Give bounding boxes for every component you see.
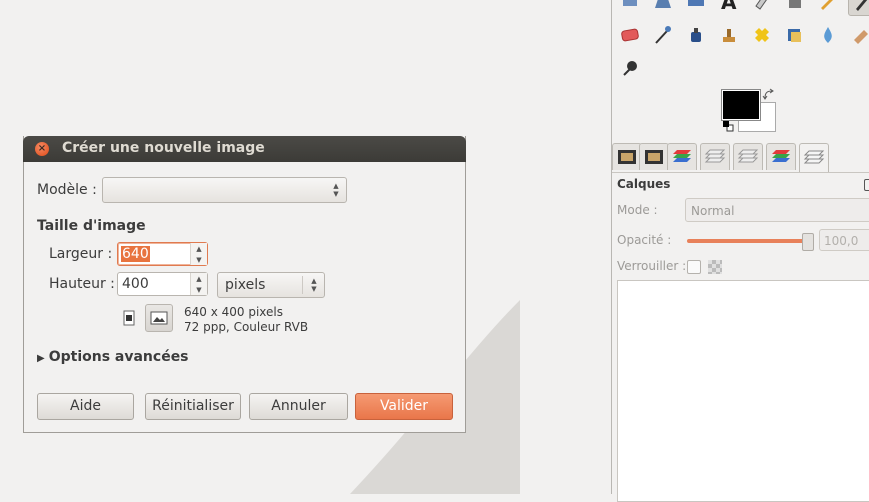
svg-text:A: A — [721, 0, 737, 12]
layers-stack-icon — [803, 150, 825, 164]
advanced-options-label: Options avancées — [48, 349, 189, 365]
template-label: Modèle : — [37, 182, 97, 198]
swap-colors-icon[interactable] — [762, 88, 776, 102]
text-tool-icon[interactable]: A — [716, 0, 742, 14]
layers-stack-icon — [704, 149, 726, 163]
image-icon — [645, 150, 663, 164]
perspective-clone-tool-icon[interactable] — [782, 22, 808, 48]
height-value[interactable]: 400 — [121, 276, 150, 292]
tab-images-2[interactable] — [639, 143, 669, 170]
tab-channels[interactable] — [667, 143, 697, 170]
ok-button[interactable]: Valider — [355, 393, 453, 420]
landscape-button[interactable] — [145, 304, 173, 332]
new-image-dialog: × Créer une nouvelle image Modèle : ▲ ▼ T… — [23, 136, 466, 433]
scale-tool-icon[interactable] — [617, 0, 643, 14]
help-button[interactable]: Aide — [37, 393, 134, 420]
portrait-icon[interactable] — [121, 309, 137, 327]
landscape-icon — [150, 311, 168, 325]
tab-images[interactable] — [612, 143, 642, 170]
tab-layers[interactable] — [799, 143, 829, 172]
bucket-fill-tool-icon[interactable] — [782, 0, 808, 14]
paintbrush-tool-icon[interactable] — [848, 0, 869, 16]
foreground-color-swatch[interactable] — [721, 89, 761, 121]
airbrush-tool-icon[interactable] — [650, 22, 676, 48]
spin-arrows-icon[interactable]: ▲ ▼ — [190, 243, 207, 265]
toolbox-dock: A Calques Mode: Normal Opacité: 100,0 … — [611, 0, 869, 502]
unit-value: pixels — [225, 277, 266, 293]
combo-arrows-icon: ▲ ▼ — [311, 277, 317, 293]
reset-button[interactable]: Réinitialiser — [145, 393, 241, 420]
lock-alpha-icon[interactable] — [708, 260, 722, 274]
tab-undo[interactable] — [733, 143, 763, 170]
smudge-tool-icon[interactable] — [848, 22, 869, 48]
opacity-spinbox[interactable]: 100,0 — [819, 229, 869, 251]
width-label: Largeur : — [49, 246, 113, 262]
dodge-burn-tool-icon[interactable] — [617, 55, 643, 81]
dialog-titlebar[interactable]: × Créer une nouvelle image — [23, 136, 466, 162]
height-spinbox[interactable]: 400 ▲ ▼ — [117, 272, 208, 296]
lock-pixels-checkbox[interactable] — [687, 260, 701, 274]
pencil-tool-icon[interactable] — [815, 0, 841, 14]
opacity-value: 100,0 — [824, 234, 859, 248]
combo-arrows-icon: ▲ ▼ — [333, 182, 339, 198]
advanced-options-expander[interactable]: ▶ Options avancées — [37, 349, 189, 365]
height-label: Hauteur : — [49, 276, 115, 292]
tab-channels-2[interactable] — [766, 143, 796, 170]
image-icon — [618, 150, 636, 164]
opacity-label: Opacité : — [617, 233, 672, 247]
color-selector[interactable] — [721, 88, 792, 134]
layers-panel-title: Calques — [617, 177, 671, 191]
dialog-title: Créer une nouvelle image — [62, 140, 265, 156]
channels-icon — [772, 150, 790, 162]
flip-tool-icon[interactable] — [683, 0, 709, 14]
layers-stack-icon — [737, 149, 759, 163]
perspective-tool-icon[interactable] — [650, 0, 676, 14]
dock-tabs — [612, 140, 869, 173]
close-icon[interactable]: × — [35, 142, 49, 156]
expander-arrow-icon: ▶ — [37, 353, 45, 364]
spin-arrows-icon[interactable]: ▲ ▼ — [190, 273, 207, 295]
opacity-slider-handle[interactable] — [802, 233, 814, 251]
color-picker-tool-icon[interactable] — [749, 0, 775, 14]
heal-tool-icon[interactable] — [749, 22, 775, 48]
lock-label: Verrouiller : — [617, 259, 687, 273]
blur-tool-icon[interactable] — [815, 22, 841, 48]
image-dimensions-info: 640 x 400 pixels — [184, 305, 284, 319]
cancel-button[interactable]: Annuler — [249, 393, 348, 420]
default-colors-icon[interactable] — [722, 120, 734, 132]
mode-label: Mode : — [617, 203, 658, 217]
mode-value: Normal — [691, 204, 735, 218]
image-size-heading: Taille d'image — [37, 218, 146, 234]
unit-combo[interactable]: pixels ▲ ▼ — [217, 272, 325, 298]
clone-tool-icon[interactable] — [716, 22, 742, 48]
width-spinbox[interactable]: 640 ▲ ▼ — [117, 242, 208, 266]
layers-list[interactable] — [617, 280, 869, 502]
width-value[interactable]: 640 — [121, 246, 150, 262]
template-combo[interactable]: ▲ ▼ — [102, 177, 347, 203]
panel-menu-icon[interactable] — [864, 179, 869, 191]
ink-tool-icon[interactable] — [683, 22, 709, 48]
eraser-tool-icon[interactable] — [617, 22, 643, 48]
tab-paths[interactable] — [700, 143, 730, 170]
image-resolution-info: 72 ppp, Couleur RVB — [184, 320, 309, 334]
mode-combo[interactable]: Normal — [685, 198, 869, 222]
channels-icon — [673, 150, 691, 162]
opacity-slider-track[interactable] — [687, 239, 807, 243]
